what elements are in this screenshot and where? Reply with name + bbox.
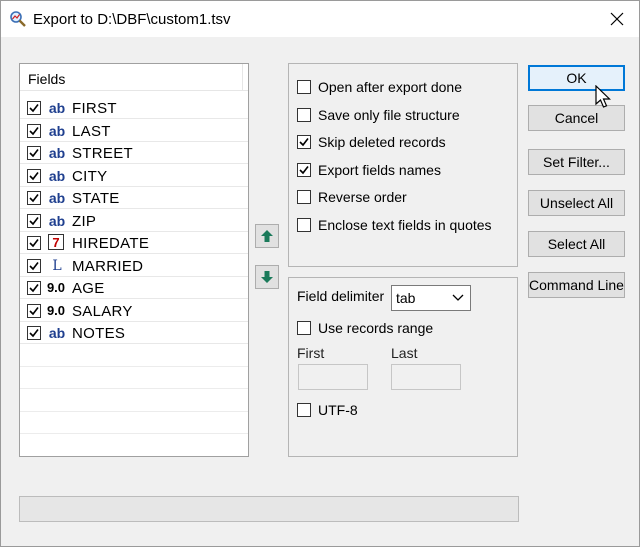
option-label: Skip deleted records <box>318 134 446 150</box>
field-delimiter-value: tab <box>396 290 416 306</box>
cancel-button[interactable]: Cancel <box>528 105 625 131</box>
text-type-icon: ab <box>48 190 66 206</box>
field-checkbox[interactable] <box>27 101 41 115</box>
empty-row <box>20 367 248 389</box>
set-filter-button[interactable]: Set Filter... <box>528 149 625 175</box>
title-bar: Export to D:\DBF\custom1.tsv <box>1 1 639 37</box>
first-label: First <box>297 345 325 361</box>
empty-row <box>20 412 248 434</box>
field-row[interactable]: ab STREET <box>20 142 248 164</box>
ok-button[interactable]: OK <box>528 65 625 91</box>
fields-header-label: Fields <box>28 71 66 87</box>
empty-row <box>20 390 248 412</box>
checkbox-box <box>297 135 311 149</box>
field-name: STATE <box>72 190 120 207</box>
utf8-label: UTF-8 <box>318 402 358 418</box>
field-checkbox[interactable] <box>27 236 41 250</box>
field-checkbox[interactable] <box>27 191 41 205</box>
option-label: Enclose text fields in quotes <box>318 216 492 233</box>
field-name: NOTES <box>72 325 126 342</box>
last-record-input[interactable] <box>391 364 461 390</box>
field-row[interactable]: ab STATE <box>20 187 248 209</box>
arrow-up-icon <box>261 230 273 242</box>
numeric-type-icon: 9.0 <box>46 302 66 318</box>
options-group: Open after export done Save only file str… <box>288 63 518 267</box>
field-name: SALARY <box>72 302 133 320</box>
text-type-icon: ab <box>48 325 66 341</box>
last-label: Last <box>391 345 418 361</box>
field-row[interactable]: 7 HIREDATE <box>20 232 248 254</box>
option-label: Reverse order <box>318 189 407 205</box>
field-name: STREET <box>72 145 133 162</box>
export-dialog: Export to D:\DBF\custom1.tsv Fields ab FI… <box>0 0 640 547</box>
field-name: MARRIED <box>72 257 144 275</box>
checkbox-box <box>297 190 311 204</box>
move-down-button[interactable] <box>255 265 279 289</box>
text-type-icon: ab <box>48 122 66 139</box>
field-checkbox[interactable] <box>27 281 41 295</box>
select-all-button[interactable]: Select All <box>528 231 625 257</box>
text-type-icon: ab <box>48 100 66 116</box>
field-checkbox[interactable] <box>27 303 41 318</box>
unselect-all-button[interactable]: Unselect All <box>528 190 625 216</box>
chevron-down-icon <box>452 294 464 301</box>
field-checkbox[interactable] <box>27 213 41 228</box>
empty-row <box>20 345 248 367</box>
field-delimiter-label: Field delimiter <box>297 288 385 304</box>
option-label: Open after export done <box>318 79 462 95</box>
field-checkbox[interactable] <box>27 326 41 340</box>
field-name: HIREDATE <box>72 235 150 252</box>
field-row[interactable]: L MARRIED <box>20 255 248 277</box>
fields-header: Fields <box>20 64 248 91</box>
field-checkbox[interactable] <box>27 146 41 160</box>
checkbox-box <box>297 403 311 417</box>
date-type-icon: 7 <box>48 234 64 250</box>
field-name: LAST <box>72 122 111 140</box>
field-row[interactable]: ab LAST <box>20 120 248 142</box>
field-name: CITY <box>72 167 108 185</box>
text-type-icon: ab <box>48 167 66 184</box>
option-label: Save only file structure <box>318 106 460 123</box>
field-row[interactable]: ab ZIP <box>20 210 248 232</box>
field-name: AGE <box>72 280 105 297</box>
field-delimiter-select[interactable]: tab <box>391 285 471 311</box>
arrow-down-icon <box>261 271 273 283</box>
first-record-input[interactable] <box>298 364 368 390</box>
numeric-type-icon: 9.0 <box>46 280 66 295</box>
export-progress-bar <box>19 496 519 522</box>
empty-row <box>20 435 248 456</box>
magnifier-icon <box>9 10 27 28</box>
close-button[interactable] <box>595 1 639 37</box>
close-icon <box>610 12 624 26</box>
checkbox-box <box>297 107 311 122</box>
checkbox-box <box>297 217 311 232</box>
field-checkbox[interactable] <box>27 168 41 183</box>
use-records-range-label: Use records range <box>318 320 434 336</box>
field-row[interactable]: 9.0 SALARY <box>20 300 248 322</box>
option-label: Export fields names <box>318 161 441 178</box>
command-line-button[interactable]: Command Line <box>528 272 625 298</box>
column-divider <box>242 64 243 90</box>
field-checkbox[interactable] <box>27 123 41 138</box>
checkbox-box <box>297 321 311 335</box>
move-up-button[interactable] <box>255 224 279 248</box>
text-type-icon: ab <box>48 212 66 229</box>
field-row[interactable]: 9.0 AGE <box>20 277 248 299</box>
logical-type-icon: L <box>52 257 62 274</box>
delimiter-group: Field delimiter tab Use records range Fi… <box>288 277 518 457</box>
field-name: FIRST <box>72 100 117 117</box>
field-row[interactable]: ab FIRST <box>20 97 248 119</box>
text-type-icon: ab <box>48 145 66 161</box>
field-checkbox[interactable] <box>27 258 41 273</box>
window-title: Export to D:\DBF\custom1.tsv <box>33 11 231 28</box>
checkbox-box <box>297 162 311 177</box>
field-name: ZIP <box>72 212 97 230</box>
checkbox-box <box>297 80 311 94</box>
field-row[interactable]: ab NOTES <box>20 322 248 344</box>
fields-list[interactable]: Fields ab FIRST ab LAST ab STREET ab CITY ab STAT… <box>19 63 249 457</box>
field-row[interactable]: ab CITY <box>20 165 248 187</box>
